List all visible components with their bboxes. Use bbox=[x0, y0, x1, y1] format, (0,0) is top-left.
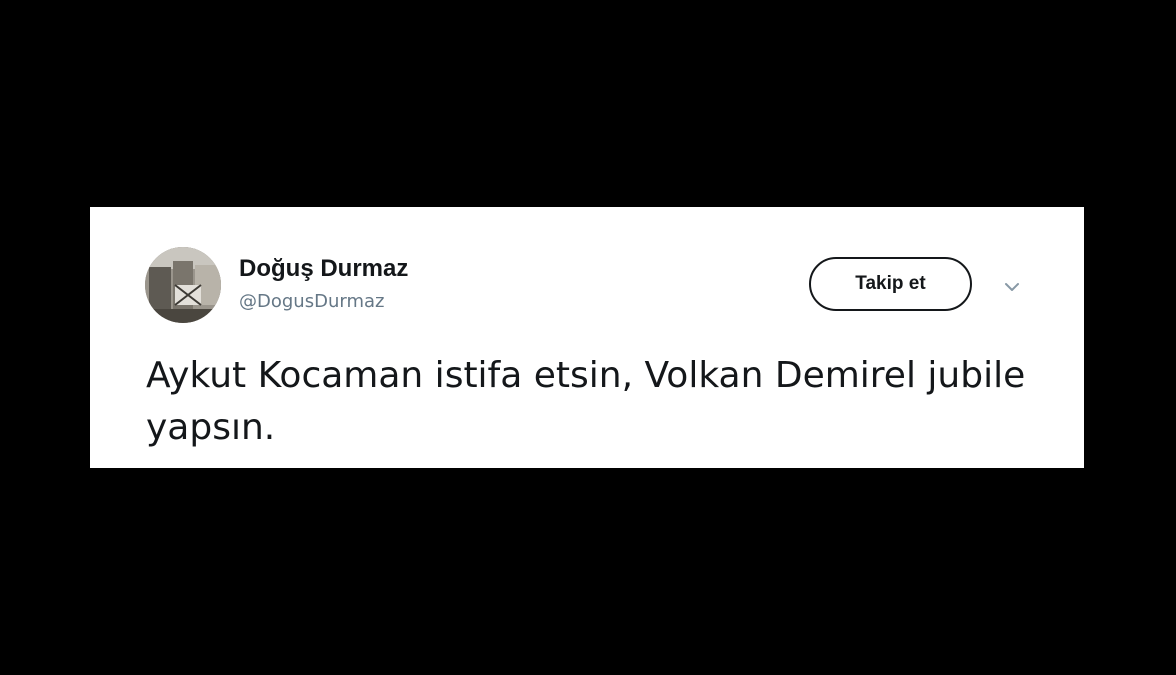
profile-photo-icon bbox=[145, 247, 221, 323]
tweet-text: Aykut Kocaman istifa etsin, Volkan Demir… bbox=[146, 355, 1026, 448]
chevron-down-icon bbox=[1005, 283, 1019, 291]
author-handle[interactable]: @DogusDurmaz bbox=[239, 291, 384, 312]
avatar[interactable] bbox=[145, 247, 221, 323]
tweet-menu-button[interactable] bbox=[1000, 275, 1024, 299]
author-display-name[interactable]: Doğuş Durmaz bbox=[239, 255, 408, 283]
tweet-card: Doğuş Durmaz @DogusDurmaz Takip et Aykut… bbox=[90, 207, 1084, 468]
follow-button[interactable]: Takip et bbox=[809, 257, 972, 311]
